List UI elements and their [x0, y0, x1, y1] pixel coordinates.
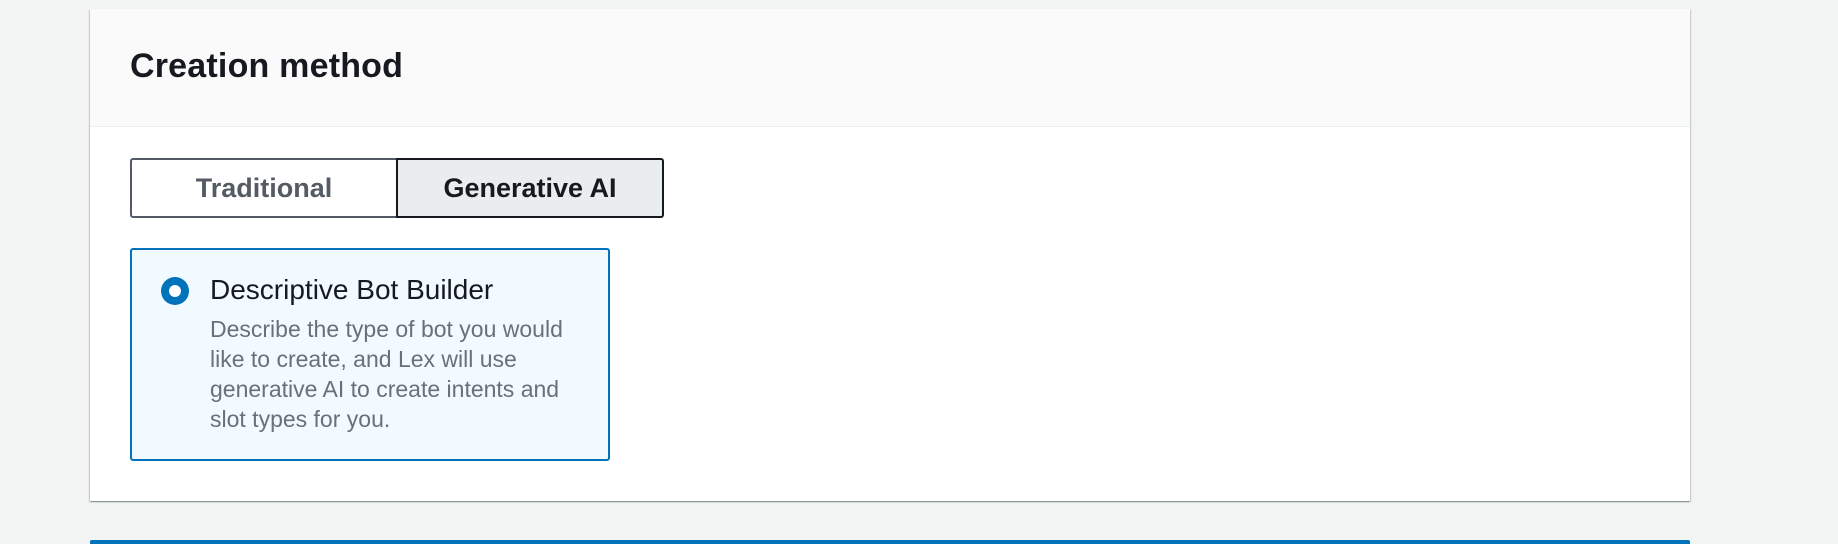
descriptive-bot-builder-tile[interactable]: Descriptive Bot Builder Describe the typ… — [130, 248, 610, 461]
segment-generative-ai-button[interactable]: Generative AI — [396, 158, 664, 218]
next-panel-top-edge — [90, 540, 1690, 544]
creation-method-segmented-control: Traditional Generative AI — [130, 158, 664, 218]
tile-description: Describe the type of bot you would like … — [210, 316, 563, 432]
panel-header: Creation method — [90, 9, 1690, 127]
tile-title: Descriptive Bot Builder — [210, 274, 494, 305]
panel-title: Creation method — [130, 47, 404, 85]
radio-selected-icon[interactable] — [161, 277, 189, 305]
creation-method-panel: Creation method Traditional Generative A… — [90, 9, 1690, 501]
segment-traditional-button[interactable]: Traditional — [130, 158, 398, 218]
